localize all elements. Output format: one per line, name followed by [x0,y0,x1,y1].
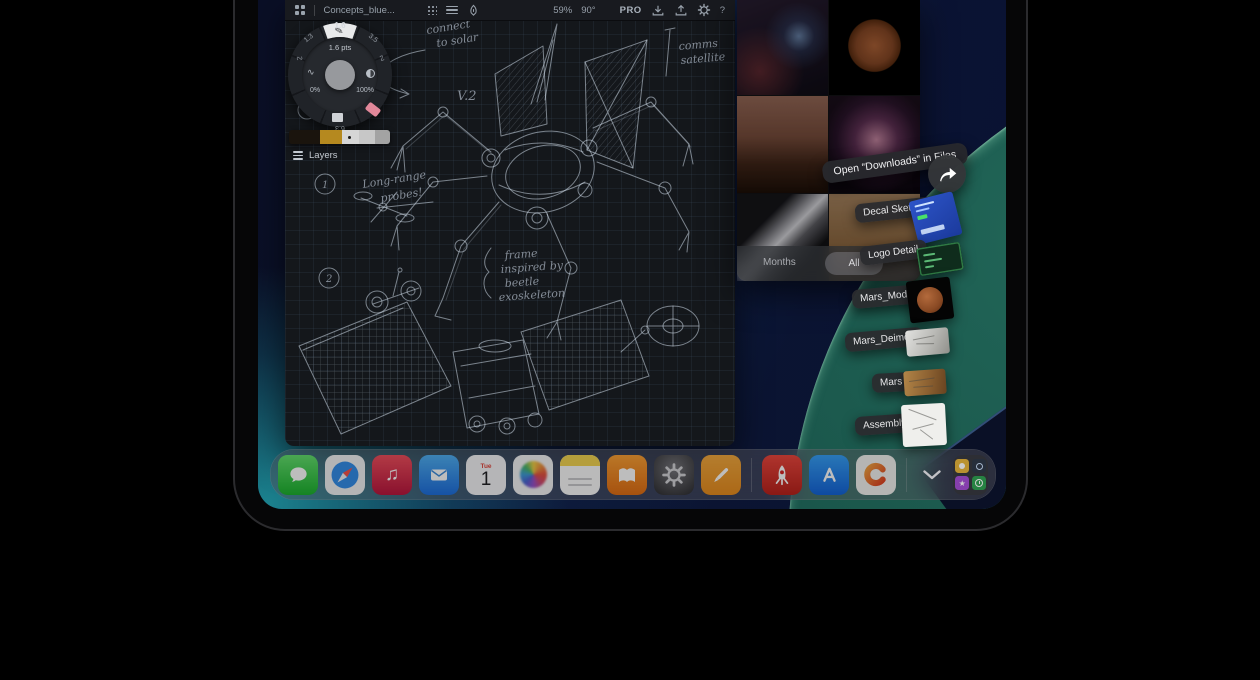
dock: ♫ Tue 1 [270,449,996,500]
layers-stack-icon[interactable] [446,6,458,15]
app-library-mini-bulb [955,459,969,473]
photo-mars-globe[interactable] [829,0,920,95]
document-title[interactable]: Concepts_blue... [324,5,395,16]
app-library-mini-clock [972,476,986,490]
swatch-black[interactable] [289,130,320,144]
opacity-min: 0% [310,87,320,94]
rocket-app-icon[interactable] [762,455,802,495]
zoom-level[interactable]: 59% [553,5,572,16]
ipad-screen: connect to solar comms satellite V.2 Lon… [258,0,1006,509]
drawing-pen-app-icon[interactable] [701,455,741,495]
app-library-mini-camera [972,459,986,473]
compass-icon [328,458,362,492]
pen-nib-icon[interactable] [467,4,480,17]
concepts-app-icon[interactable] [856,455,896,495]
rotation-angle[interactable]: 90° [581,5,595,16]
stage: connect to solar comms satellite V.2 Lon… [0,0,1260,680]
brush-tool-wheel[interactable]: ✎ 1.6 1.3 3.5 ∿ ∿ 1.6 pts ∿ 0% 100% 6.3 [288,23,392,127]
speech-bubble-icon [287,463,310,486]
app-library-mini-star: ★ [955,476,969,490]
notes-header-strip [560,455,600,466]
drag-thumb-mars-deimos[interactable] [905,327,950,357]
active-brush-size: 1.6 [288,21,392,30]
calendar-day: 1 [481,470,492,490]
photo-horsehead-nebula[interactable] [737,0,828,95]
pro-badge[interactable]: PRO [620,5,642,16]
gear-icon [661,462,687,488]
opacity-icon [366,69,375,78]
dock-separator [906,458,907,492]
mail-app-icon[interactable] [419,455,459,495]
import-icon[interactable] [651,4,665,17]
music-note-icon: ♫ [385,464,399,486]
books-app-icon[interactable] [607,455,647,495]
photos-flower-icon [520,461,547,488]
app-store-a-icon [816,461,843,488]
tool-wheel-knob[interactable] [325,60,355,90]
marker-2: 2 [325,274,332,285]
fill-tool-icon[interactable] [332,113,343,122]
layers-button[interactable]: Layers [293,150,338,161]
smoothing-icon: ∿ [307,67,315,78]
drag-thumb-mars-model[interactable] [906,276,955,323]
rocket-icon [769,462,795,488]
calendar-app-icon[interactable]: Tue 1 [466,455,506,495]
color-palette-strip[interactable] [289,130,390,144]
dock-separator [751,458,752,492]
swatch-gold[interactable] [320,130,342,144]
envelope-icon [427,463,451,487]
open-book-icon [615,463,639,487]
tab-months[interactable]: Months [763,257,796,268]
layers-label: Layers [309,150,338,161]
app-store-app-icon[interactable] [809,455,849,495]
swatch-dark-gray[interactable] [375,130,390,144]
pen-icon [708,462,734,488]
active-brush-detail: 1.6 pts [288,43,392,52]
photos-app-icon[interactable] [513,455,553,495]
photo-mars-surface[interactable] [737,96,828,193]
dock-collapse-chevron[interactable] [917,455,946,495]
opacity-max: 100% [356,87,374,94]
concepts-c-icon [863,461,890,488]
photo-grid [737,0,920,281]
annotation-version: V.2 [457,89,477,104]
export-share-icon[interactable] [674,4,688,17]
messages-app-icon[interactable] [278,455,318,495]
photos-app-window: Months All [737,0,920,281]
drag-thumb-mars[interactable] [903,369,947,397]
annotation-comms-2: satellite [680,50,726,67]
layers-menu-icon [293,151,303,160]
help-icon[interactable]: ? [720,5,725,16]
swatch-gray[interactable] [359,130,375,144]
drag-thumb-assembly[interactable] [901,403,947,447]
concepts-app-window: connect to solar comms satellite V.2 Lon… [285,0,735,446]
settings-app-icon[interactable] [654,455,694,495]
music-app-icon[interactable]: ♫ [372,455,412,495]
dots-grid-icon[interactable] [427,5,437,15]
notes-app-icon[interactable] [560,455,600,495]
home-grid-icon[interactable] [295,5,305,15]
concepts-toolbar: Concepts_blue... 59% 90° PRO [285,0,735,21]
settings-gear-icon[interactable] [697,3,711,17]
share-forward-button[interactable] [928,155,966,193]
forward-arrow-icon [936,164,958,184]
ipad-device-frame: connect to solar comms satellite V.2 Lon… [233,0,1028,531]
chevron-down-icon [923,470,941,480]
app-library-icon[interactable]: ★ [953,455,988,495]
selected-swatch-dot [348,136,351,139]
marker-1: 1 [322,180,328,191]
safari-app-icon[interactable] [325,455,365,495]
